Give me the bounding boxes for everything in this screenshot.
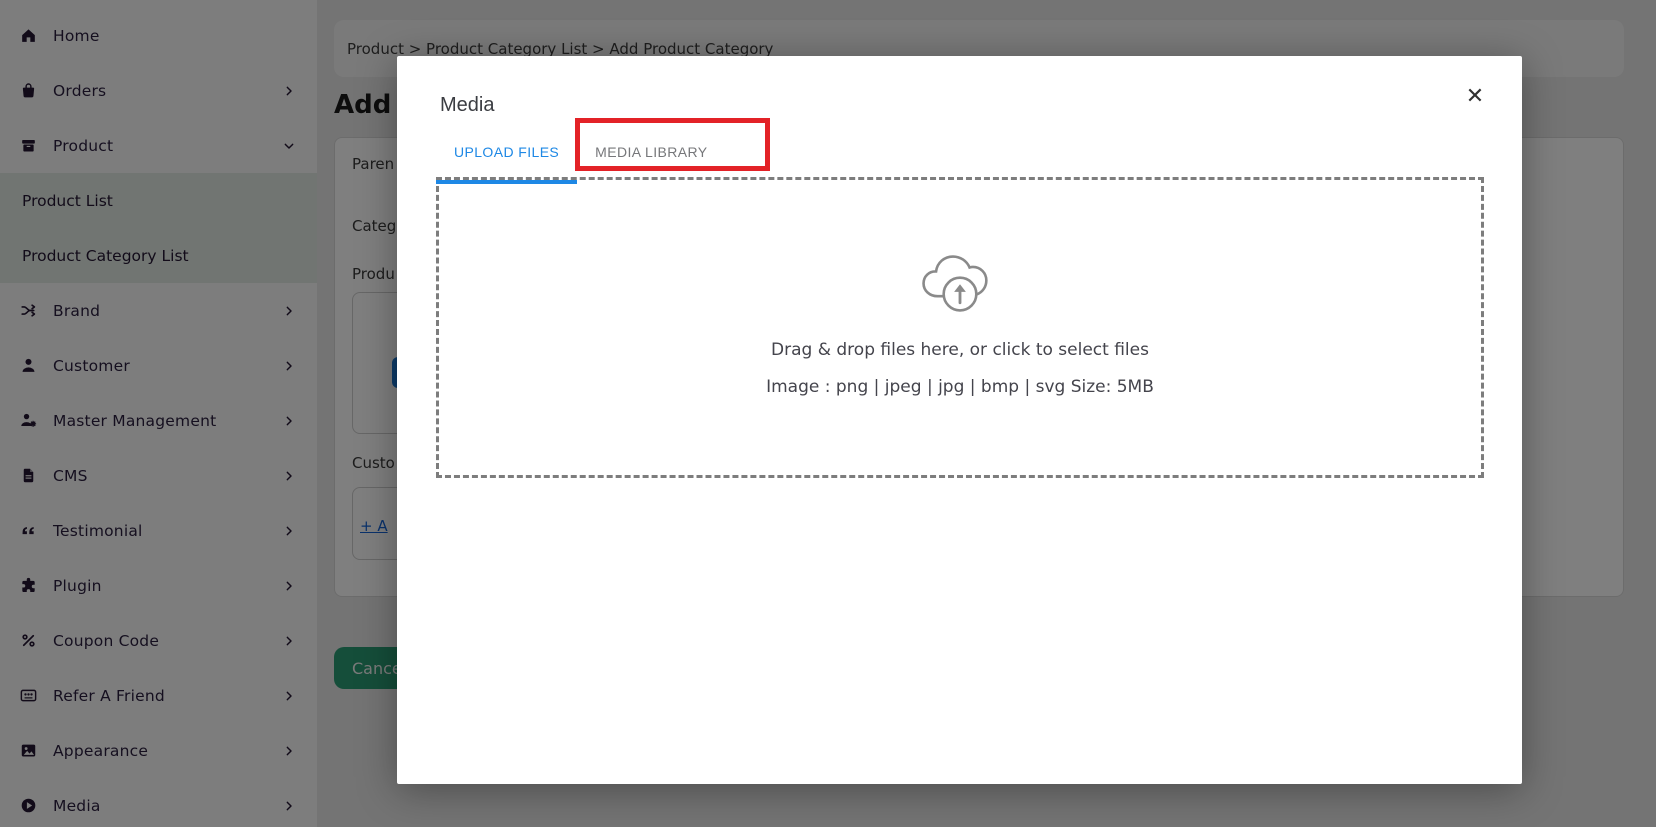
dropzone-filetypes: Image : png | jpeg | jpg | bmp | svg Siz… [766,377,1154,397]
close-icon[interactable]: ✕ [1455,76,1495,116]
dropzone-instruction: Drag & drop files here, or click to sele… [771,340,1149,360]
tab-label: UPLOAD FILES [454,144,559,160]
tab-label: MEDIA LIBRARY [595,144,707,160]
tab-upload-files[interactable]: UPLOAD FILES [436,128,577,176]
cloud-upload-icon [916,244,1004,322]
tab-media-library[interactable]: MEDIA LIBRARY [577,128,725,176]
file-dropzone[interactable]: Drag & drop files here, or click to sele… [436,177,1484,478]
modal-title: Media [440,94,494,117]
modal-tabs: UPLOAD FILES MEDIA LIBRARY [436,128,725,176]
media-modal: Media ✕ UPLOAD FILES MEDIA LIBRARY Drag … [397,56,1522,784]
